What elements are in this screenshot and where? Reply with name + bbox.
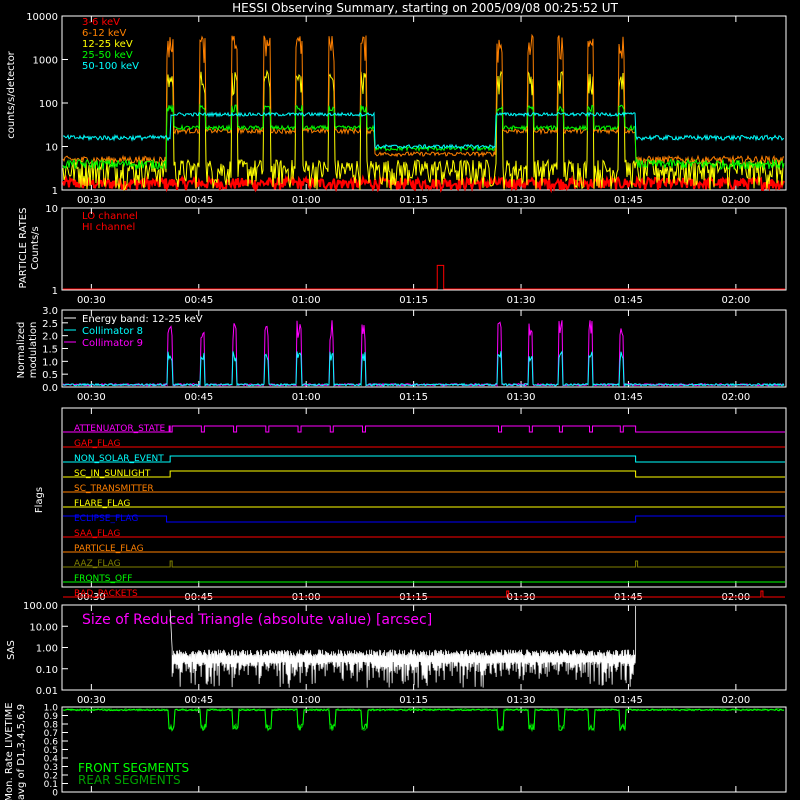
livetime-legend: FRONT SEGMENTS REAR SEGMENTS [78,761,189,787]
ylabel-modulation: Normalized [16,322,27,379]
x-tick-label: 01:15 [399,295,428,306]
legend-collimator-8: Collimator 8 [82,326,143,337]
sas-annotation: Size of Reduced Triangle (absolute value… [82,612,432,628]
x-tick-label: 01:00 [292,695,321,706]
ylabel-flags: Flags [34,487,45,513]
x-tick-label: 01:15 [399,695,428,706]
x-tick-label: 01:30 [507,295,536,306]
flag-label: ECLIPSE_FLAG [74,514,138,524]
x-tick-label: 00:30 [77,392,106,403]
flag-label: BAD_PACKETS [74,589,138,599]
rates-ytick-label: 1 [52,186,58,197]
rates-ytick-label: 10000 [26,12,58,23]
x-tick-label: 00:30 [77,295,106,306]
rates-ytick-label: 100 [39,99,58,110]
x-tick-label: 01:45 [614,195,643,206]
livetime-ytick-label: 0.3 [44,763,58,773]
flag-label: AAZ_FLAG [74,559,121,569]
x-tick-label: 00:45 [184,195,213,206]
livetime-ytick-label: 0.2 [44,772,58,782]
legend-50-100kev: 50-100 keV [82,61,139,72]
x-tick-label: 00:30 [77,195,106,206]
sas-ytick-label: 0.01 [36,686,58,697]
legend-collimator-9: Collimator 9 [82,338,143,349]
flag-label: SAA_FLAG [74,529,120,539]
ylabel-rates: counts/s/detector [6,50,17,138]
flag-label: FLARE_FLAG [74,499,130,509]
x-tick-label: 01:15 [399,195,428,206]
modulation-ytick-label: 0.5 [42,370,58,381]
modulation-ytick-label: 0.0 [42,383,58,394]
flag-label: FRONTS_OFF [74,574,132,584]
sas-ytick-label: 100.00 [23,601,58,612]
ylabel-livetime-2: avg of D1,3,4,5,6,9 [16,704,27,800]
legend-rear-segments: REAR SEGMENTS [78,773,181,787]
legend-lo-channel: LO channel [82,211,138,222]
ylabel-livetime: Mon. Rate LIVETIME [4,702,15,800]
legend-hi-channel: HI channel [82,222,135,233]
ylabel-modulation-2: modulation [28,322,39,379]
x-tick-label: 02:00 [721,295,750,306]
legend-12-25kev: 12-25 keV [82,39,133,50]
rates-ytick-label: 10 [45,143,58,154]
livetime-ytick-label: 0.8 [44,721,59,731]
modulation-ytick-label: 1.0 [42,357,58,368]
flag-label: NON_SOLAR_EVENT [74,454,164,464]
flag-label: PARTICLE_FLAG [74,544,144,554]
modulation-ytick-label: 3.0 [42,306,58,317]
livetime-ytick-label: 0.7 [44,729,58,739]
modulation-ytick-label: 1.5 [42,345,58,356]
x-tick-label: 01:15 [399,392,428,403]
x-tick-label: 01:45 [614,695,643,706]
rates-ytick-label: 1000 [33,56,58,67]
ylabel-sas: SAS [6,640,17,660]
modulation-ytick-label: 2.0 [42,332,58,343]
livetime-ytick-label: 0.5 [44,746,58,756]
sas-ytick-label: 0.10 [36,665,58,676]
x-tick-label: 01:00 [292,392,321,403]
ylabel-particle-units: Counts/s [30,226,41,270]
livetime-ytick-label: 0 [52,789,58,799]
flag-label: SC_TRANSMITTER [74,484,154,494]
flag-label: GAP_FLAG [74,439,120,449]
ylabel-particle: PARTICLE RATES [18,208,29,289]
x-tick-label: 01:45 [614,295,643,306]
x-tick-label: 01:00 [292,295,321,306]
flag-label: ATTENUATOR_STATE [74,424,166,434]
livetime-ytick-label: 1.0 [44,704,59,714]
x-tick-label: 01:30 [507,392,536,403]
legend-energy-band: Energy band: 12-25 keV [82,314,203,325]
x-tick-label: 01:30 [507,695,536,706]
sas-ytick-label: 10.00 [29,622,58,633]
sas-ytick-label: 1.00 [36,644,58,655]
x-tick-label: 00:30 [77,695,106,706]
livetime-ytick-label: 0.4 [44,755,59,765]
livetime-ytick-label: 0.6 [44,738,59,748]
x-tick-label: 00:45 [184,295,213,306]
livetime-ytick-label: 0.1 [44,780,58,790]
x-tick-label: 02:00 [721,195,750,206]
legend-25-50kev: 25-50 keV [82,50,133,61]
x-tick-label: 01:45 [614,392,643,403]
x-tick-label: 01:30 [507,195,536,206]
observing-summary-figure: HESSI Observing Summary, starting on 200… [0,0,800,800]
livetime-ytick-label: 0.9 [44,712,59,722]
figure-title: HESSI Observing Summary, starting on 200… [232,1,618,15]
particle-ytick-label: 1 [52,286,58,297]
modulation-ytick-label: 2.5 [42,319,58,330]
particle-legend: LO channel HI channel [82,211,138,233]
legend-3-6kev: 3-6 keV [82,17,120,28]
x-tick-label: 00:45 [184,392,213,403]
flag-label: SC_IN_SUNLIGHT [74,469,151,479]
x-tick-label: 01:00 [292,195,321,206]
x-tick-label: 02:00 [721,695,750,706]
x-tick-label: 00:45 [184,695,213,706]
particle-ytick-label: 10 [45,204,58,215]
x-tick-label: 02:00 [721,392,750,403]
legend-6-12kev: 6-12 keV [82,28,126,39]
